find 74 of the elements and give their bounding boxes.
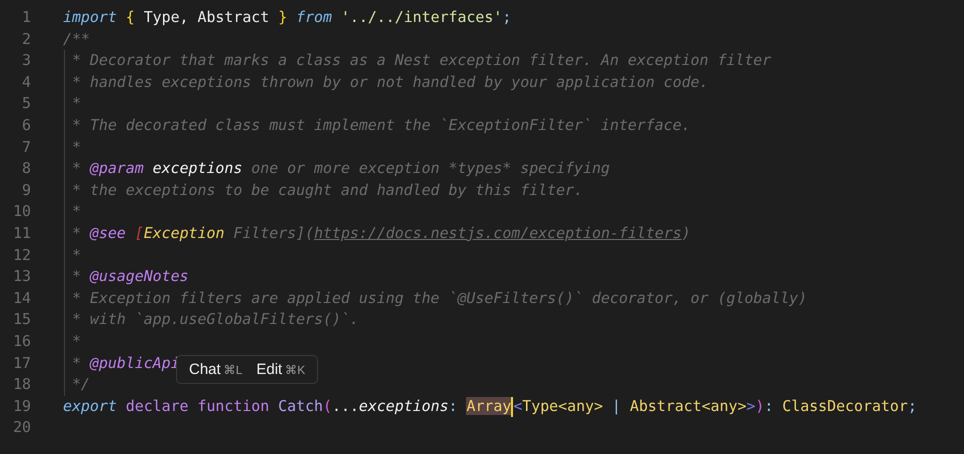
line-number: 10 [12,201,31,222]
parenthesis: ) [755,396,764,415]
comment-text: * [70,332,81,350]
comment-text: ) [682,224,691,242]
punctuation: : [448,396,459,415]
keyword: function [196,396,270,415]
type-name: Abstract<any> [630,396,746,415]
function-name: Catch [277,396,324,415]
parameter-name: exceptions [152,159,242,178]
comment-text: * [70,267,82,286]
comment-text: /** [63,30,90,48]
comment-text: Filters]( [232,224,314,242]
bracket: [ [134,224,144,242]
line-number: 9 [21,180,31,201]
line-number: 16 [12,330,31,352]
doc-tag: @usageNotes [90,267,189,286]
comment-text: * [70,354,82,372]
punctuation: : [764,396,774,415]
highlighted-word: Array [466,396,512,415]
line-number: 8 [21,158,31,180]
action-button[interactable]: Edit ⌘K [250,358,312,381]
line-number: 14 [12,288,31,309]
line-number: 17 [12,352,31,374]
code-text: ... [332,396,359,415]
comment-text: * [70,202,81,220]
line-number: 19 [12,396,31,417]
doc-tag: @param [90,159,144,178]
comment-text: * handles exceptions thrown by or not handled by your application code. [70,72,708,91]
punctuation: ; [502,8,512,26]
keyword: import [63,8,117,26]
comment-text: * Exception filters are applied using the `@UseFilters()` decorator, or (globally) [70,288,808,307]
line-number: 3 [21,50,31,72]
brace: { [124,8,135,26]
line-number: 6 [21,114,31,136]
angle-bracket: > [746,396,756,415]
line-number: 7 [21,136,31,158]
keyword: export [63,396,117,415]
action-button[interactable]: Chat ⌘L [183,358,248,381]
comment-text: one or more exception *types* specifying [250,159,610,178]
line-number: 2 [21,28,31,50]
keyword: from [295,8,332,26]
brace: } [278,8,288,26]
type-name: ClassDecorator [781,396,908,415]
comment-text: * [70,246,81,264]
punctuation: ; [908,396,917,415]
line-number: 13 [12,266,31,288]
line-number: 1 [21,7,31,28]
string-literal: '../../interfaces' [340,8,502,26]
comment-text: * with `app.useGlobalFilters()`. [70,310,359,328]
line-number: 20 [12,417,31,438]
comment-text: * [70,159,82,178]
comment-text: * [70,94,81,112]
line-number: 11 [12,222,31,244]
line-number: 5 [21,93,31,114]
code-text: Type, Abstract [142,8,270,26]
line-number: 18 [12,374,31,396]
doc-tag: @see [90,224,126,242]
keyword: declare [124,396,189,415]
line-number: 15 [12,309,31,330]
parenthesis: ( [323,396,332,415]
comment-text: * [70,224,82,242]
comment-text: * Decorator that marks a class as a Nest exception filter. An exception filter [70,51,772,70]
angle-bracket: < [513,396,522,415]
line-number: 12 [12,244,31,266]
comment-text: * the exceptions to be caught and handled by this filter. [70,180,583,199]
comment-text: * The decorated class must implement the `ExceptionFilter` interface. [70,116,691,134]
type-name: Type<any> [522,396,603,415]
link-text: Exception [144,224,224,242]
comment-text: * [70,138,81,156]
comment-text: */ [70,375,90,394]
line-number: 4 [21,72,31,93]
doc-tag: @publicApi [90,354,180,372]
parameter-name: exceptions [358,396,449,415]
punctuation: | [610,396,622,415]
